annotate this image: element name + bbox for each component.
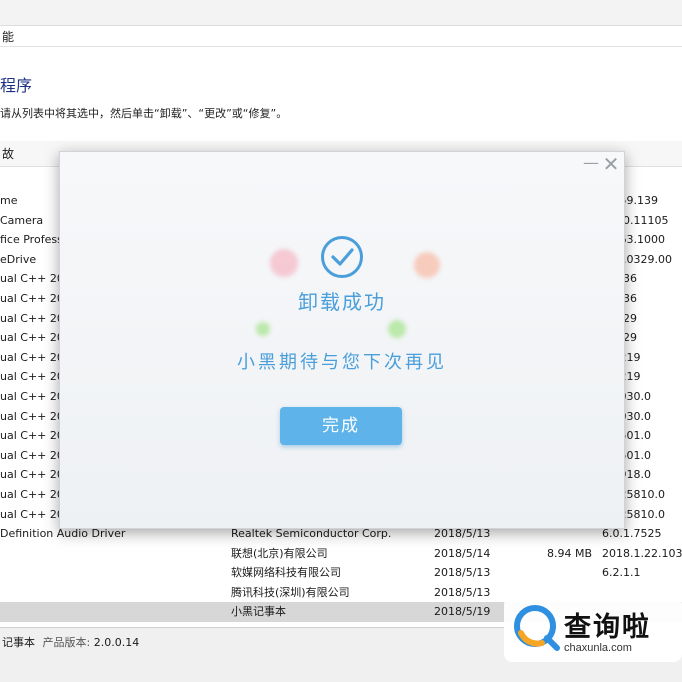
row-name: ual C++ 20 [0,311,64,325]
success-message: 卸载成功 [298,290,386,314]
table-row[interactable]: 软媒网络科技有限公司 2018/5/13 6.2.1.1 [0,563,682,583]
decor-dot [414,252,440,278]
row-version: 6.2.1.1 [602,566,641,580]
close-button[interactable]: ✕ [600,154,622,176]
instruction-text: 请从列表中将其选中，然后单击“卸载”、“更改”或“修复”。 [0,107,288,120]
row-name: ual C++ 20 [0,350,64,364]
watermark-logo: 查询啦 chaxunla.com [504,597,682,662]
row-publisher: 腾讯科技(深圳)有限公司 [231,585,350,599]
row-name: eDrive [0,252,37,266]
row-name: ual C++ 20 [0,272,64,286]
row-name: me [0,194,18,207]
row-publisher: 小黑记事本 [231,605,286,619]
row-date: 2018/5/14 [434,546,491,560]
row-size: 8.94 MB [546,546,592,560]
magnifier-logo-icon [514,605,560,651]
decor-dot [270,249,298,277]
row-name: ual C++ 20 [0,507,64,521]
table-row[interactable]: 联想(北京)有限公司 2018/5/14 8.94 MB 2018.1.22.1032 [0,544,682,564]
row-name: ual C++ 20 [0,468,64,482]
column-header-label: 故 [2,147,15,161]
row-publisher: 软媒网络科技有限公司 [231,566,341,580]
uninstall-success-dialog: — ✕ 卸载成功 小黑期待与您下次再见 完成 [59,151,625,529]
decor-dot [388,320,406,338]
details-version-label: 产品版本: [42,636,91,649]
row-name: ual C++ 20 [0,331,64,345]
row-name: ual C++ 20 [0,291,64,305]
window-tab-strip [0,0,682,26]
farewell-message: 小黑期待与您下次再见 [237,352,447,373]
row-date: 2018/5/13 [434,566,491,580]
watermark-title: 查询啦 [564,612,651,643]
row-name: Camera [0,213,44,227]
check-circle-icon [321,236,363,278]
row-name: ual C++ 20 [0,389,64,403]
watermark-url: chaxunla.com [564,642,632,654]
row-date: 2018/5/19 [434,605,491,619]
row-name: ual C++ 20 [0,429,64,443]
row-version: 2018.1.22.1032 [602,546,682,560]
details-program-name: 记事本 [2,636,35,649]
row-name: ual C++ 20 [0,487,64,501]
page-title: 程序 [0,76,33,95]
done-button[interactable]: 完成 [280,407,402,445]
row-name: ual C++ 20 [0,409,64,423]
address-bar[interactable]: 能 [0,27,682,47]
minimize-button[interactable]: — [581,154,601,174]
decor-dot [256,322,270,336]
row-name: ual C++ 20 [0,370,64,384]
address-text: 能 [2,30,15,44]
row-name: fice Profess [0,233,63,247]
row-name: ual C++ 20 [0,448,64,462]
row-date: 2018/5/13 [434,585,491,599]
details-version-value: 2.0.0.14 [93,636,140,649]
row-publisher: 联想(北京)有限公司 [231,546,328,560]
